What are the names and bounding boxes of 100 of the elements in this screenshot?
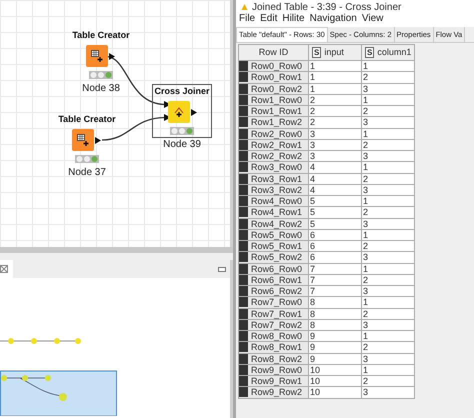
row-id-cell: Row1_Row0 [251, 94, 302, 105]
table-cell: 1 [362, 331, 368, 342]
row-id-cell: Row3_Row1 [251, 174, 302, 184]
table-plus-icon [77, 134, 90, 146]
row-marker [239, 376, 248, 386]
node-title: Table Creator [58, 113, 116, 126]
row-marker [239, 151, 248, 162]
table-cell: 3 [362, 387, 368, 398]
table-cell: 3 [309, 128, 316, 139]
table-cell: 3 [309, 151, 316, 162]
row-marker [239, 264, 248, 274]
row-id-cell: Row2_Row0 [251, 128, 302, 139]
node-selection-frame[interactable]: Cross Joiner [152, 84, 212, 138]
column-header[interactable]: Row ID [238, 44, 308, 60]
table-cell: 9 [309, 331, 316, 342]
table-cell: 2 [309, 117, 316, 128]
row-id-cell: Row7_Row2 [251, 320, 302, 330]
status-lights-icon [74, 155, 99, 163]
table-cell: 2 [362, 241, 368, 252]
table-cell: 3 [362, 218, 368, 229]
row-id-cell: Row6_Row0 [251, 264, 302, 274]
table-creator-node[interactable] [72, 129, 94, 151]
row-marker [239, 308, 248, 319]
cross-joiner-node[interactable] [168, 101, 190, 123]
row-id-cell: Row1_Row1 [251, 106, 302, 116]
menu-item[interactable]: Navigation [310, 11, 357, 26]
row-marker [239, 387, 248, 398]
table-cell: 10 [309, 376, 320, 386]
row-marker [239, 106, 248, 116]
table-cell: 2 [309, 106, 316, 116]
table-cell: 3 [309, 140, 316, 150]
table-cell: 3 [362, 354, 368, 364]
status-lights-icon [170, 127, 194, 135]
table-cell: 1 [362, 128, 368, 139]
row-id-cell: Row5_Row1 [251, 241, 302, 252]
menu-item[interactable]: Hilite [282, 11, 305, 26]
row-marker [239, 286, 248, 296]
table-cell: 6 [309, 252, 316, 262]
table-cell: 4 [309, 162, 316, 172]
table-cell: 3 [362, 151, 368, 162]
row-id-cell: Row7_Row1 [251, 308, 302, 319]
node-selection-frame[interactable]: Table Creator [56, 112, 118, 166]
row-id-cell: Row8_Row2 [251, 354, 302, 364]
row-id-cell: Row3_Row2 [251, 184, 302, 195]
table-cell: 5 [309, 207, 316, 218]
table-cell: 4 [309, 184, 316, 195]
row-id-cell: Row5_Row0 [251, 230, 302, 240]
row-id-cell: Row3_Row0 [251, 162, 302, 172]
column-title: input [324, 46, 344, 59]
row-marker [239, 128, 248, 139]
column-header[interactable]: S input [308, 44, 362, 60]
table-cell: 2 [362, 174, 368, 184]
horizontal-scrollbar[interactable] [0, 247, 233, 253]
table-cell: 1 [362, 264, 368, 274]
row-id-cell: Row4_Row1 [251, 207, 302, 218]
row-marker [239, 196, 248, 206]
table-cell: 6 [309, 230, 316, 240]
table-cell: 3 [362, 84, 368, 94]
row-id-cell: Row2_Row1 [251, 140, 302, 150]
row-id-cell: Row0_Row2 [251, 84, 302, 94]
node-selection-frame[interactable]: Table Creator [70, 28, 132, 82]
outline-tab-icon[interactable] [0, 265, 8, 273]
table-cell: 1 [362, 162, 368, 172]
table-cell: 3 [362, 286, 368, 296]
table-cell: 8 [309, 297, 316, 308]
table-cell: 7 [309, 264, 316, 274]
table-cell: 1 [362, 61, 368, 72]
row-id-cell: Row9_Row0 [251, 364, 302, 375]
row-id-cell: Row0_Row0 [251, 61, 302, 72]
row-id-cell: Row1_Row2 [251, 117, 302, 128]
row-id-cell: Row8_Row1 [251, 342, 302, 352]
menu-item[interactable]: View [362, 11, 384, 26]
row-marker [239, 184, 248, 195]
row-marker [239, 342, 248, 352]
type-badge: S [312, 47, 322, 58]
menu-item[interactable]: Edit [260, 11, 278, 26]
type-badge: S [365, 47, 374, 58]
table-cell: 3 [362, 117, 368, 128]
table-plus-icon [91, 50, 104, 62]
table-cell: 3 [362, 320, 368, 330]
row-id-cell: Row7_Row0 [251, 297, 302, 308]
table-cell: 2 [362, 106, 368, 116]
row-marker [239, 354, 248, 364]
table-cell: 1 [362, 297, 368, 308]
table-cell: 8 [309, 320, 316, 330]
row-marker [239, 252, 248, 262]
row-id-cell: Row0_Row1 [251, 72, 302, 82]
minimize-icon[interactable] [218, 266, 226, 272]
row-marker [239, 241, 248, 252]
table-cell: 1 [362, 196, 368, 206]
table-cell: 7 [309, 286, 316, 296]
column-header[interactable]: S column1 [362, 44, 415, 60]
table-cell: 2 [362, 308, 368, 319]
status-lights-icon [88, 71, 113, 79]
row-marker [239, 230, 248, 240]
table-creator-node[interactable] [86, 45, 108, 67]
row-marker [239, 218, 248, 229]
menu-item[interactable]: File [239, 11, 256, 26]
table-cell: 8 [309, 308, 316, 319]
row-id-cell: Row4_Row0 [251, 196, 302, 206]
